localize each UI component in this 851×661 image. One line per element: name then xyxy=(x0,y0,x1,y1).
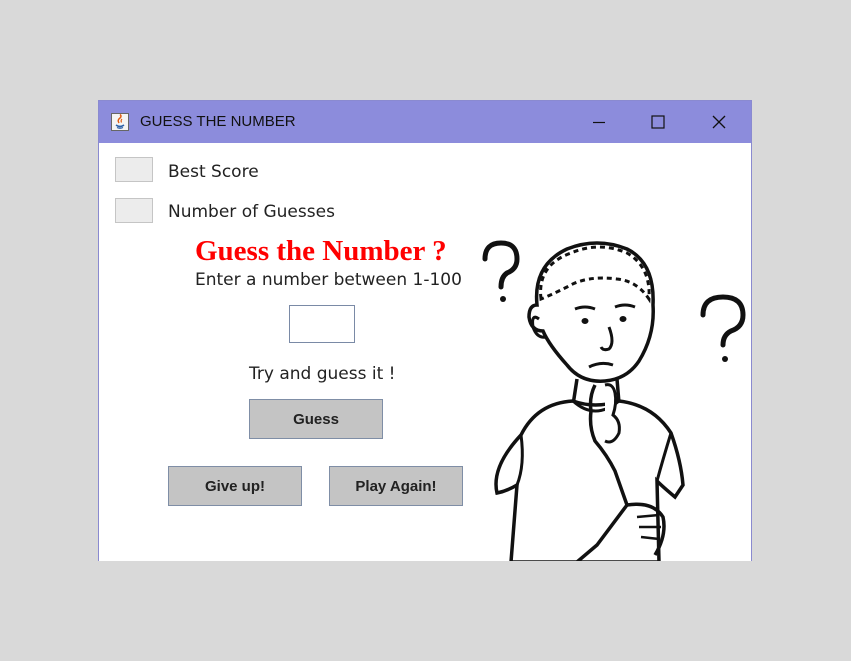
best-score-label: Best Score xyxy=(168,162,259,182)
window-title: GUESS THE NUMBER xyxy=(140,113,296,130)
game-heading: Guess the Number ? xyxy=(195,235,447,267)
app-window: GUESS THE NUMBER Best Score Number of Gu… xyxy=(98,100,752,561)
give-up-button[interactable]: Give up! xyxy=(168,466,302,506)
play-again-button[interactable]: Play Again! xyxy=(329,466,463,506)
thinking-boy-illustration xyxy=(482,240,746,561)
minimize-icon xyxy=(593,121,605,124)
guesses-count-field xyxy=(115,198,153,223)
question-mark-left-icon xyxy=(482,240,520,302)
best-score-field xyxy=(115,157,153,182)
hint-text: Try and guess it ! xyxy=(249,364,396,384)
maximize-icon xyxy=(651,115,665,129)
minimize-button[interactable] xyxy=(576,101,622,143)
question-mark-right-icon xyxy=(700,294,746,362)
title-bar[interactable]: GUESS THE NUMBER xyxy=(99,101,751,143)
close-button[interactable] xyxy=(696,101,742,143)
java-app-icon xyxy=(111,113,129,131)
guess-button[interactable]: Guess xyxy=(249,399,383,439)
instruction-text: Enter a number between 1-100 xyxy=(195,270,462,290)
guess-input[interactable] xyxy=(289,305,355,343)
content-panel: Best Score Number of Guesses Guess the N… xyxy=(99,143,751,561)
maximize-button[interactable] xyxy=(635,101,681,143)
close-icon xyxy=(712,115,726,129)
guesses-count-label: Number of Guesses xyxy=(168,202,335,222)
